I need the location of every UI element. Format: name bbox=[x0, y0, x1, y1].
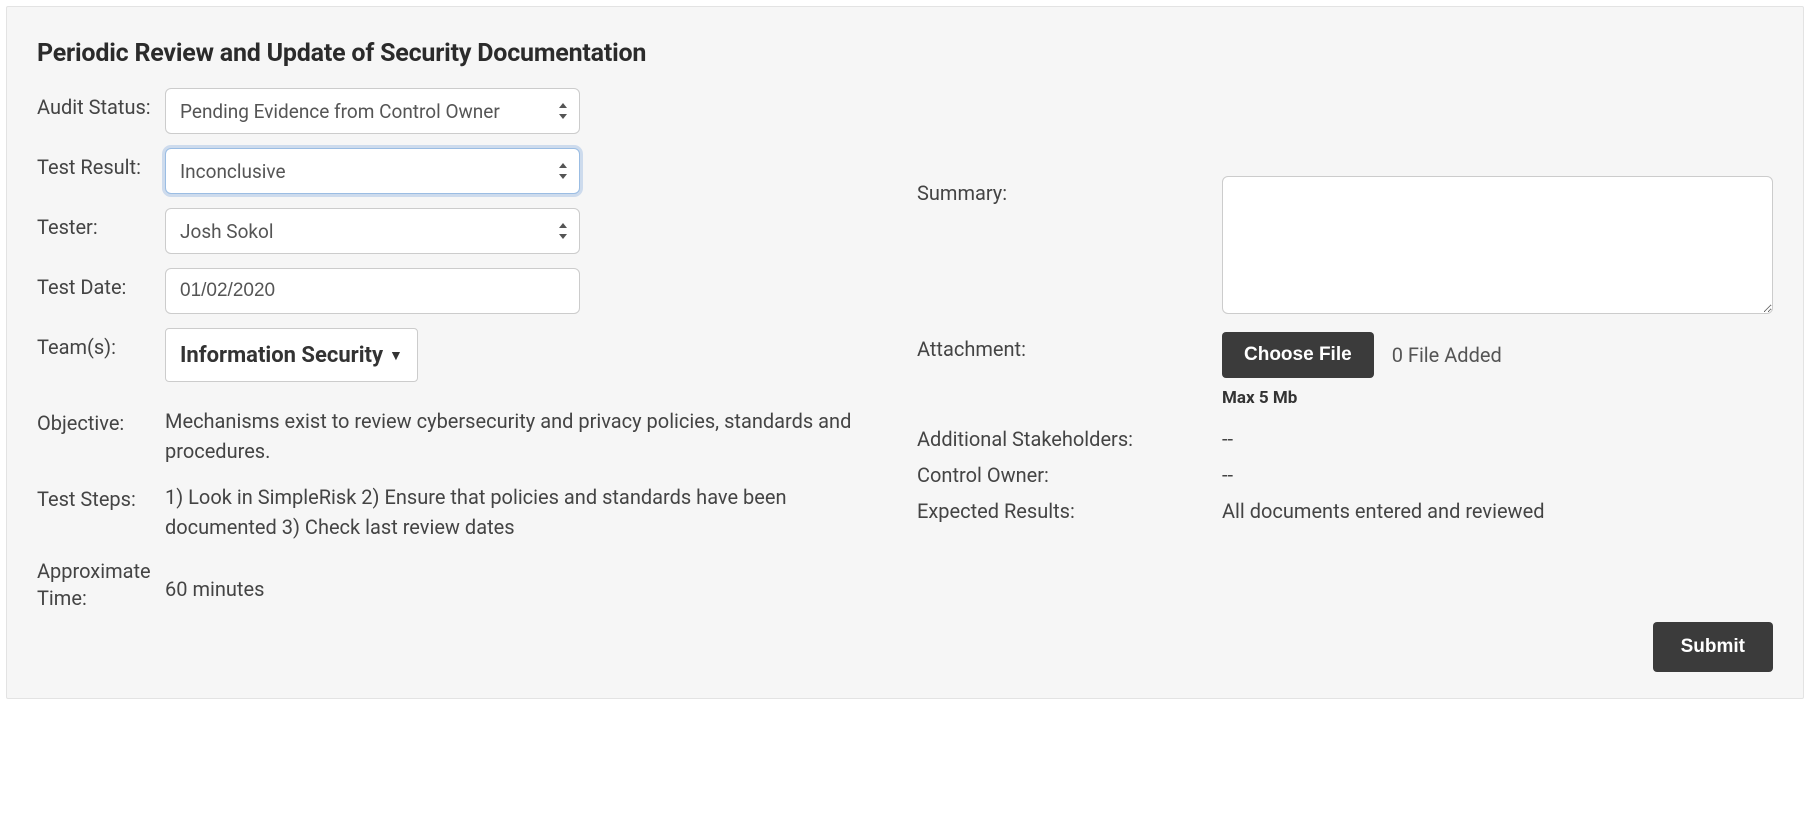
expected-results-label: Expected Results: bbox=[917, 494, 1222, 526]
form-panel: Periodic Review and Update of Security D… bbox=[6, 6, 1804, 699]
stakeholders-label: Additional Stakeholders: bbox=[917, 422, 1222, 454]
tester-value: Josh Sokol bbox=[180, 220, 274, 243]
page-title: Periodic Review and Update of Security D… bbox=[37, 39, 1773, 68]
test-result-value: Inconclusive bbox=[180, 160, 286, 183]
objective-label: Objective: bbox=[37, 404, 165, 437]
objective-value: Mechanisms exist to review cybersecurity… bbox=[165, 404, 893, 466]
test-steps-label: Test Steps: bbox=[37, 480, 165, 513]
expected-results-value: All documents entered and reviewed bbox=[1222, 494, 1773, 526]
teams-select[interactable]: Information Security ▼ bbox=[165, 328, 418, 382]
submit-button[interactable]: Submit bbox=[1653, 622, 1773, 672]
tester-select[interactable]: Josh Sokol bbox=[165, 208, 580, 254]
stakeholders-value: -- bbox=[1222, 422, 1773, 454]
right-column: Summary: Attachment: Choose File 0 File … bbox=[917, 88, 1773, 612]
audit-status-select[interactable]: Pending Evidence from Control Owner bbox=[165, 88, 580, 134]
control-owner-value: -- bbox=[1222, 458, 1773, 490]
teams-label: Team(s): bbox=[37, 328, 165, 361]
test-date-label: Test Date: bbox=[37, 268, 165, 301]
audit-status-label: Audit Status: bbox=[37, 88, 165, 121]
summary-label: Summary: bbox=[917, 176, 1222, 208]
summary-textarea[interactable] bbox=[1222, 176, 1773, 314]
left-column: Audit Status: Pending Evidence from Cont… bbox=[37, 88, 893, 612]
approx-time-label: Approximate Time: bbox=[37, 556, 165, 612]
teams-value: Information Security bbox=[180, 343, 383, 368]
test-result-select[interactable]: Inconclusive bbox=[165, 148, 580, 194]
test-steps-value: 1) Look in SimpleRisk 2) Ensure that pol… bbox=[165, 480, 893, 542]
max-file-size-note: Max 5 Mb bbox=[1222, 388, 1773, 408]
test-date-input[interactable] bbox=[165, 268, 580, 314]
test-result-label: Test Result: bbox=[37, 148, 165, 181]
audit-status-value: Pending Evidence from Control Owner bbox=[180, 100, 500, 123]
file-count-status: 0 File Added bbox=[1392, 343, 1502, 367]
tester-label: Tester: bbox=[37, 208, 165, 241]
choose-file-button[interactable]: Choose File bbox=[1222, 332, 1374, 378]
caret-down-icon: ▼ bbox=[389, 349, 403, 363]
attachment-label: Attachment: bbox=[917, 332, 1222, 364]
approx-time-value: 60 minutes bbox=[165, 556, 893, 604]
control-owner-label: Control Owner: bbox=[917, 458, 1222, 490]
